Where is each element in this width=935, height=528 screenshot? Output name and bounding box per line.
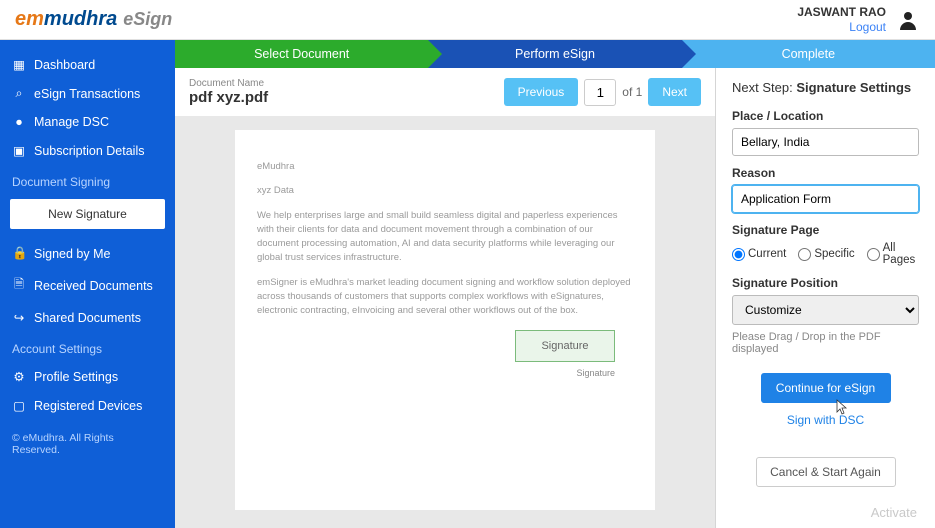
progress-bar: Select Document Perform eSign Complete [175, 40, 935, 68]
sidebar-item-dashboard[interactable]: ▦ Dashboard [0, 50, 175, 79]
place-input[interactable] [732, 128, 919, 156]
logo-em: em [15, 8, 44, 31]
share-icon: ↪ [12, 310, 26, 325]
radio-current[interactable]: Current [732, 242, 786, 266]
document-page[interactable]: eMudhra xyz Data We help enterprises lar… [235, 130, 655, 510]
progress-step-complete: Complete [682, 40, 935, 68]
document-name-label: Document Name [189, 78, 268, 89]
doc-paragraph: We help enterprises large and small buil… [257, 209, 633, 266]
search-icon: ⌕ [12, 86, 26, 101]
signature-placeholder[interactable]: Signature [515, 330, 615, 362]
sidebar-item-profile-settings[interactable]: ⚙ Profile Settings [0, 362, 175, 391]
doc-subtitle: xyz Data [257, 184, 633, 198]
username: JASWANT RAO [797, 5, 886, 19]
signature-page-label: Signature Page [732, 223, 919, 237]
logo-mudhra: mudhra [44, 8, 117, 31]
previous-button[interactable]: Previous [504, 78, 579, 106]
progress-step-select-document: Select Document [175, 40, 428, 68]
document-icon: 🗎 [12, 275, 26, 296]
signature-position-select[interactable]: Customize [732, 295, 919, 325]
sidebar-item-label: Received Documents [34, 279, 153, 293]
sidebar-item-label: Manage DSC [34, 115, 109, 129]
doc-title: eMudhra [257, 160, 633, 174]
page-number-input[interactable] [584, 79, 616, 106]
settings-panel: Next Step: Signature Settings Place / Lo… [715, 68, 935, 528]
drag-drop-hint: Please Drag / Drop in the PDF displayed [732, 331, 919, 355]
grid-icon: ▦ [12, 57, 26, 72]
pagination: Previous of 1 Next [504, 78, 701, 106]
sidebar: ▦ Dashboard ⌕ eSign Transactions ● Manage D… [0, 40, 175, 528]
document-area: Document Name pdf xyz.pdf Previous of 1 … [175, 68, 715, 528]
signature-page-radios: Current Specific All Pages [732, 242, 919, 266]
sidebar-item-received-documents[interactable]: 🗎 Received Documents [0, 268, 175, 303]
radio-specific[interactable]: Specific [798, 242, 854, 266]
sidebar-item-label: Subscription Details [34, 144, 144, 158]
sidebar-item-label: Dashboard [34, 58, 95, 72]
lock-icon: 🔒 [12, 246, 26, 261]
avatar-icon[interactable] [896, 8, 920, 32]
box-icon: ▣ [12, 143, 26, 158]
user-area: JASWANT RAO Logout [797, 5, 920, 34]
section-title-document-signing: Document Signing [0, 165, 175, 195]
document-toolbar: Document Name pdf xyz.pdf Previous of 1 … [175, 68, 715, 116]
section-title-account-settings: Account Settings [0, 332, 175, 362]
device-icon: ▢ [12, 398, 26, 413]
reason-input[interactable] [732, 185, 919, 213]
page-total: of 1 [622, 85, 642, 99]
logout-link[interactable]: Logout [849, 20, 886, 34]
logo-esign: eSign [123, 9, 172, 30]
logo: emmudhra eSign [15, 8, 172, 31]
copyright: © eMudhra. All Rights Reserved. [0, 420, 175, 468]
sign-with-dsc-link[interactable]: Sign with DSC [732, 413, 919, 427]
continue-for-esign-button[interactable]: Continue for eSign [761, 373, 891, 403]
cancel-start-again-button[interactable]: Cancel & Start Again [756, 457, 896, 487]
sidebar-item-shared-documents[interactable]: ↪ Shared Documents [0, 303, 175, 332]
gear-icon: ⚙ [12, 369, 26, 384]
sidebar-item-label: Shared Documents [34, 311, 141, 325]
signature-position-label: Signature Position [732, 276, 919, 290]
document-scroll[interactable]: eMudhra xyz Data We help enterprises lar… [175, 116, 715, 528]
sidebar-item-label: Registered Devices [34, 399, 142, 413]
document-filename: pdf xyz.pdf [189, 89, 268, 106]
sidebar-item-label: Profile Settings [34, 370, 118, 384]
sidebar-item-registered-devices[interactable]: ▢ Registered Devices [0, 391, 175, 420]
next-button[interactable]: Next [648, 78, 701, 106]
new-signature-button[interactable]: New Signature [10, 199, 165, 229]
sidebar-item-label: eSign Transactions [34, 87, 140, 101]
progress-step-perform-esign: Perform eSign [428, 40, 681, 68]
app-header: emmudhra eSign JASWANT RAO Logout [0, 0, 935, 40]
sidebar-item-subscription-details[interactable]: ▣ Subscription Details [0, 136, 175, 165]
reason-label: Reason [732, 166, 919, 180]
radio-all-pages[interactable]: All Pages [867, 242, 919, 266]
sidebar-item-label: Signed by Me [34, 247, 110, 261]
sidebar-item-signed-by-me[interactable]: 🔒 Signed by Me [0, 239, 175, 268]
place-label: Place / Location [732, 109, 919, 123]
panel-title: Next Step: Signature Settings [732, 80, 919, 95]
sidebar-item-esign-transactions[interactable]: ⌕ eSign Transactions [0, 79, 175, 108]
dot-icon: ● [12, 115, 26, 129]
sidebar-item-manage-dsc[interactable]: ● Manage DSC [0, 108, 175, 136]
doc-paragraph: emSigner is eMudhra's market leading doc… [257, 276, 633, 319]
signature-caption: Signature [576, 368, 615, 378]
